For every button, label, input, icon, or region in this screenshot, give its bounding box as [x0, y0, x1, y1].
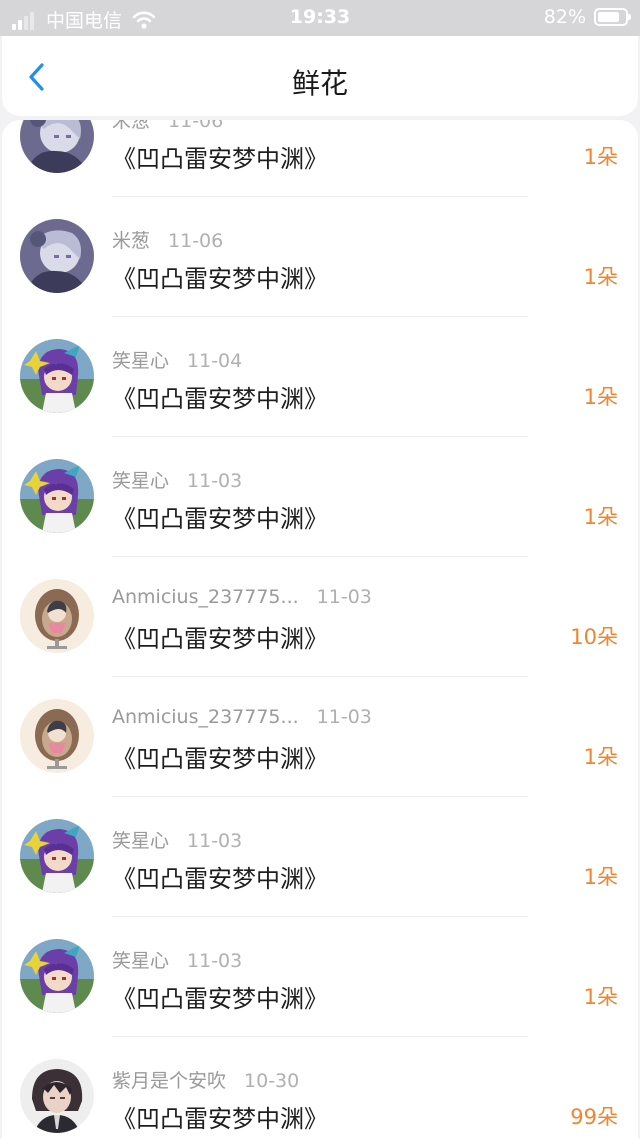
nav-bar: 鲜花	[2, 36, 638, 116]
work-title: 《凹凸雷安梦中渊》	[112, 505, 328, 533]
sender-name: 米葱	[112, 230, 151, 252]
flower-count: 1朵	[583, 145, 618, 169]
sender-meta: 米葱 11-06	[112, 226, 223, 253]
flower-count: 1朵	[583, 385, 618, 409]
flowers-screen: 中国电信 19:33 82% 鲜花 米葱 11-06 《凹凸雷安梦中渊》 1朵 …	[0, 0, 640, 1139]
sender-meta: 米葱 11-06	[112, 120, 223, 133]
list-item[interactable]: 笑星心 11-04 《凹凸雷安梦中渊》 1朵	[2, 317, 638, 437]
avatar-anmicius[interactable]	[20, 579, 94, 653]
work-title: 《凹凸雷安梦中渊》	[112, 625, 328, 653]
status-bar: 中国电信 19:33 82%	[0, 0, 640, 36]
avatar-mi-cong[interactable]	[20, 120, 94, 173]
sent-date: 10-30	[244, 1070, 300, 1092]
avatar-mi-cong[interactable]	[20, 219, 94, 293]
work-title: 《凹凸雷安梦中渊》	[112, 265, 328, 293]
page-title: 鲜花	[291, 67, 348, 100]
sent-date: 11-03	[316, 706, 372, 728]
sent-date: 11-06	[168, 120, 224, 132]
flower-count: 1朵	[583, 265, 618, 289]
sender-name: Anmicius_237775...	[112, 586, 299, 608]
sent-date: 11-06	[168, 230, 224, 252]
avatar-zi-yue[interactable]	[20, 1059, 94, 1133]
flower-count: 1朵	[583, 865, 618, 889]
work-title: 《凹凸雷安梦中渊》	[112, 985, 328, 1013]
sent-date: 11-03	[187, 470, 243, 492]
flower-count: 1朵	[583, 505, 618, 529]
flower-list[interactable]: 米葱 11-06 《凹凸雷安梦中渊》 1朵 米葱 11-06 《凹凸雷安梦中渊》 1…	[2, 120, 638, 1139]
list-item[interactable]: 笑星心 11-03 《凹凸雷安梦中渊》 1朵	[2, 917, 638, 1037]
sender-meta: 笑星心 11-04	[112, 346, 242, 373]
sender-meta: 紫月是个安吹 10-30	[112, 1066, 299, 1093]
work-title: 《凹凸雷安梦中渊》	[112, 385, 328, 413]
avatar-xiao-xing-xin[interactable]	[20, 339, 94, 413]
flower-count: 1朵	[583, 985, 618, 1009]
battery-icon	[594, 8, 631, 26]
sent-date: 11-03	[316, 586, 372, 608]
sender-meta: 笑星心 11-03	[112, 466, 242, 493]
sender-meta: 笑星心 11-03	[112, 946, 242, 973]
work-title: 《凹凸雷安梦中渊》	[112, 865, 328, 893]
sender-meta: Anmicius_237775... 11-03	[112, 706, 372, 728]
sender-meta: 笑星心 11-03	[112, 826, 242, 853]
sender-name: 笑星心	[112, 830, 170, 852]
list-item[interactable]: 紫月是个安吹 10-30 《凹凸雷安梦中渊》 99朵	[2, 1037, 638, 1139]
sent-date: 11-03	[187, 830, 243, 852]
sender-name: 笑星心	[112, 470, 170, 492]
avatar-anmicius[interactable]	[20, 699, 94, 773]
flower-count: 1朵	[583, 745, 618, 769]
list-item[interactable]: 米葱 11-06 《凹凸雷安梦中渊》 1朵	[2, 120, 638, 197]
battery-percent: 82%	[543, 6, 586, 28]
list-item[interactable]: 米葱 11-06 《凹凸雷安梦中渊》 1朵	[2, 197, 638, 317]
status-right: 82%	[543, 6, 631, 28]
work-title: 《凹凸雷安梦中渊》	[112, 145, 328, 173]
sender-name: Anmicius_237775...	[112, 706, 299, 728]
avatar-xiao-xing-xin[interactable]	[20, 939, 94, 1013]
sent-date: 11-03	[187, 950, 243, 972]
work-title: 《凹凸雷安梦中渊》	[112, 745, 328, 773]
flower-count: 99朵	[570, 1105, 618, 1129]
list-item[interactable]: 笑星心 11-03 《凹凸雷安梦中渊》 1朵	[2, 437, 638, 557]
sender-name: 笑星心	[112, 350, 170, 372]
avatar-xiao-xing-xin[interactable]	[20, 459, 94, 533]
sender-name: 笑星心	[112, 950, 170, 972]
sender-name: 米葱	[112, 120, 151, 132]
list-item[interactable]: Anmicius_237775... 11-03 《凹凸雷安梦中渊》 10朵	[2, 557, 638, 677]
list-item[interactable]: 笑星心 11-03 《凹凸雷安梦中渊》 1朵	[2, 797, 638, 917]
work-title: 《凹凸雷安梦中渊》	[112, 1105, 328, 1133]
list-item[interactable]: Anmicius_237775... 11-03 《凹凸雷安梦中渊》 1朵	[2, 677, 638, 797]
sender-meta: Anmicius_237775... 11-03	[112, 586, 372, 608]
flower-count: 10朵	[570, 625, 618, 649]
sender-name: 紫月是个安吹	[112, 1070, 227, 1092]
sent-date: 11-04	[187, 350, 243, 372]
avatar-xiao-xing-xin[interactable]	[20, 819, 94, 893]
flower-list-items: 米葱 11-06 《凹凸雷安梦中渊》 1朵 米葱 11-06 《凹凸雷安梦中渊》 1…	[2, 120, 638, 1139]
